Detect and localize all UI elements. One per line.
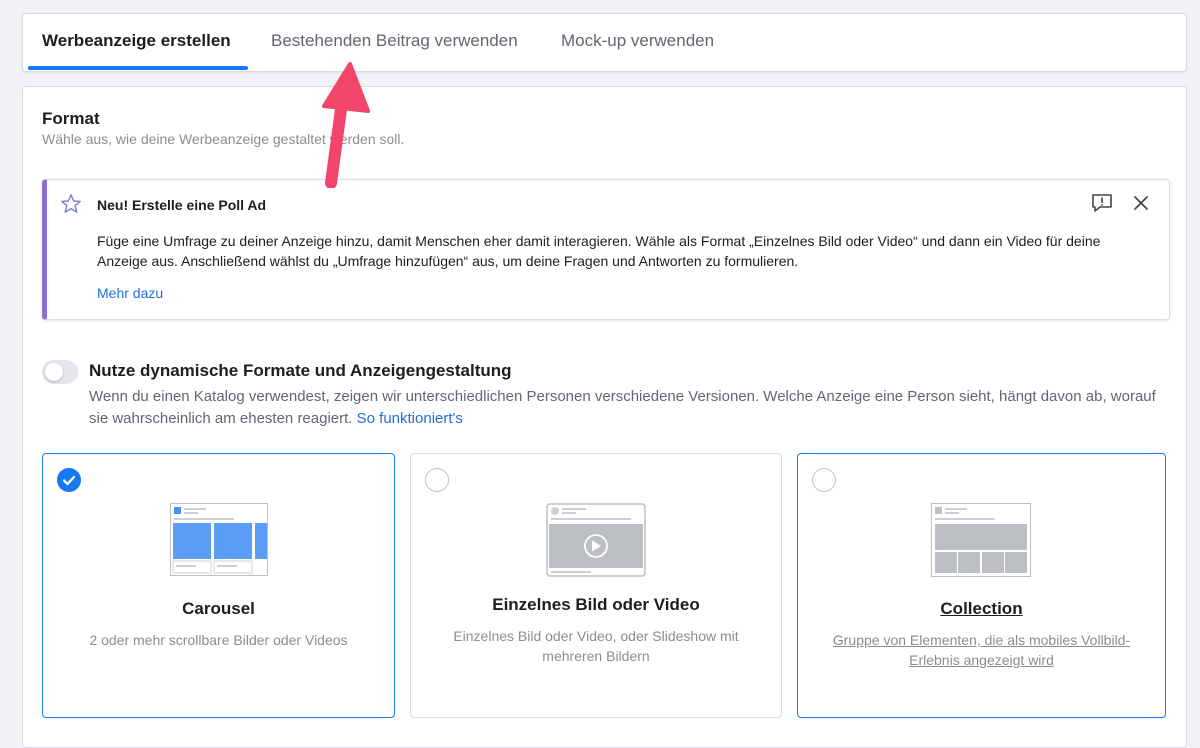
option-title: Collection [940,599,1023,618]
tab-use-mockup[interactable]: Mock-up verwenden [561,14,714,71]
dynamic-formats-description: Wenn du einen Katalog verwendest, zeigen… [89,386,1169,429]
annotation-arrow-icon [322,62,370,188]
option-description: 2 oder mehr scrollbare Bilder oder Video… [89,632,348,648]
active-tab-indicator [28,66,248,70]
option-description: Gruppe von Elementen, die als mobiles Vo… [832,632,1131,668]
notice-text: Füge eine Umfrage zu deiner Anzeige hinz… [97,233,1101,269]
format-option-carousel[interactable]: Carousel 2 oder mehr scrollbare Bilder o… [42,453,395,718]
radio-unchecked[interactable] [425,468,449,492]
tab-bar: Werbeanzeige erstellen Bestehenden Beitr… [22,13,1187,72]
format-panel: Format Wähle aus, wie deine Werbeanzeige… [22,86,1187,748]
toggle-knob [45,363,63,381]
feedback-icon[interactable] [1091,193,1113,213]
format-option-single-image-video[interactable]: Einzelnes Bild oder Video Einzelnes Bild… [410,453,782,718]
single-video-thumbnail-icon [546,503,646,577]
tab-use-existing-post[interactable]: Bestehenden Beitrag verwenden [271,14,518,71]
radio-checked[interactable] [57,468,81,492]
radio-unchecked[interactable] [812,468,836,492]
collection-thumbnail-icon [931,503,1031,577]
star-icon [61,194,81,213]
carousel-thumbnail-icon [170,503,268,576]
dynamic-formats-title: Nutze dynamische Formate und Anzeigenges… [89,361,512,380]
tab-create-ad[interactable]: Werbeanzeige erstellen [42,14,231,71]
notice-title: Neu! Erstelle eine Poll Ad [97,197,267,213]
dynamic-formats-toggle[interactable] [42,360,78,384]
option-description: Einzelnes Bild oder Video, oder Slidesho… [453,628,739,664]
option-title: Einzelnes Bild oder Video [492,595,700,614]
learn-more-link[interactable]: Mehr dazu [97,285,163,301]
section-title: Format [42,109,100,128]
close-icon[interactable] [1132,194,1150,212]
dynamic-formats-text: Wenn du einen Katalog verwendest, zeigen… [89,388,1156,427]
how-it-works-link[interactable]: So funktioniert's [357,410,463,427]
checkmark-icon [62,475,75,485]
poll-ad-notice: Neu! Erstelle eine Poll Ad Füge eine Umf… [42,179,1170,320]
format-option-collection[interactable]: Collection Gruppe von Elementen, die als… [797,453,1166,718]
option-title: Carousel [182,599,255,618]
